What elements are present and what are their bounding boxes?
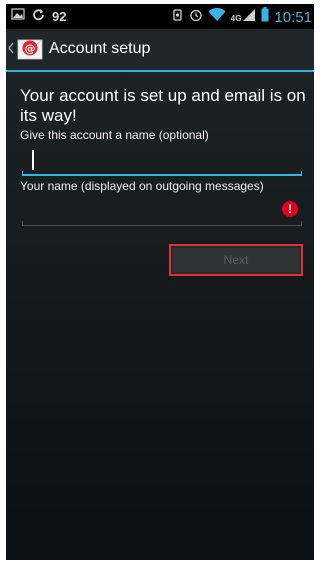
account-name-underline (22, 171, 302, 176)
next-button[interactable]: Next (169, 244, 303, 276)
mail-app-icon[interactable]: @ (17, 36, 43, 62)
text-cursor (32, 150, 34, 170)
action-bar-title: Account setup (49, 40, 151, 57)
status-bar-right: 4G 10:51 (171, 7, 312, 27)
picture-icon (11, 7, 25, 26)
notification-count: 92 (52, 9, 67, 24)
account-name-label: Give this account a name (optional) (20, 128, 209, 142)
account-name-field[interactable] (22, 146, 302, 176)
your-name-label: Your name (displayed on outgoing message… (20, 179, 264, 193)
status-bar: 92 4G 10:51 (6, 4, 314, 29)
svg-text:@: @ (25, 42, 36, 55)
signal-indicator: 4G (231, 8, 257, 27)
action-bar[interactable]: @ Account setup (6, 29, 314, 72)
wifi-icon (208, 7, 226, 27)
network-type-label: 4G (230, 13, 242, 23)
back-caret-icon[interactable] (8, 41, 14, 59)
setup-complete-heading: Your account is set up and email is on i… (20, 86, 306, 125)
sync-icon (32, 8, 45, 26)
phone-screen: 92 4G 10:51 @ Account setup Your account… (6, 4, 314, 560)
your-name-field[interactable]: ! (22, 196, 302, 226)
battery-icon (261, 7, 269, 27)
signal-icon (242, 8, 256, 27)
error-icon: ! (282, 201, 298, 217)
next-button-label: Next (173, 248, 299, 272)
clock: 10:51 (274, 8, 312, 26)
status-bar-left: 92 (11, 7, 66, 26)
your-name-underline (22, 221, 302, 226)
settings-sync-icon (171, 8, 184, 27)
alarm-icon (189, 8, 203, 27)
